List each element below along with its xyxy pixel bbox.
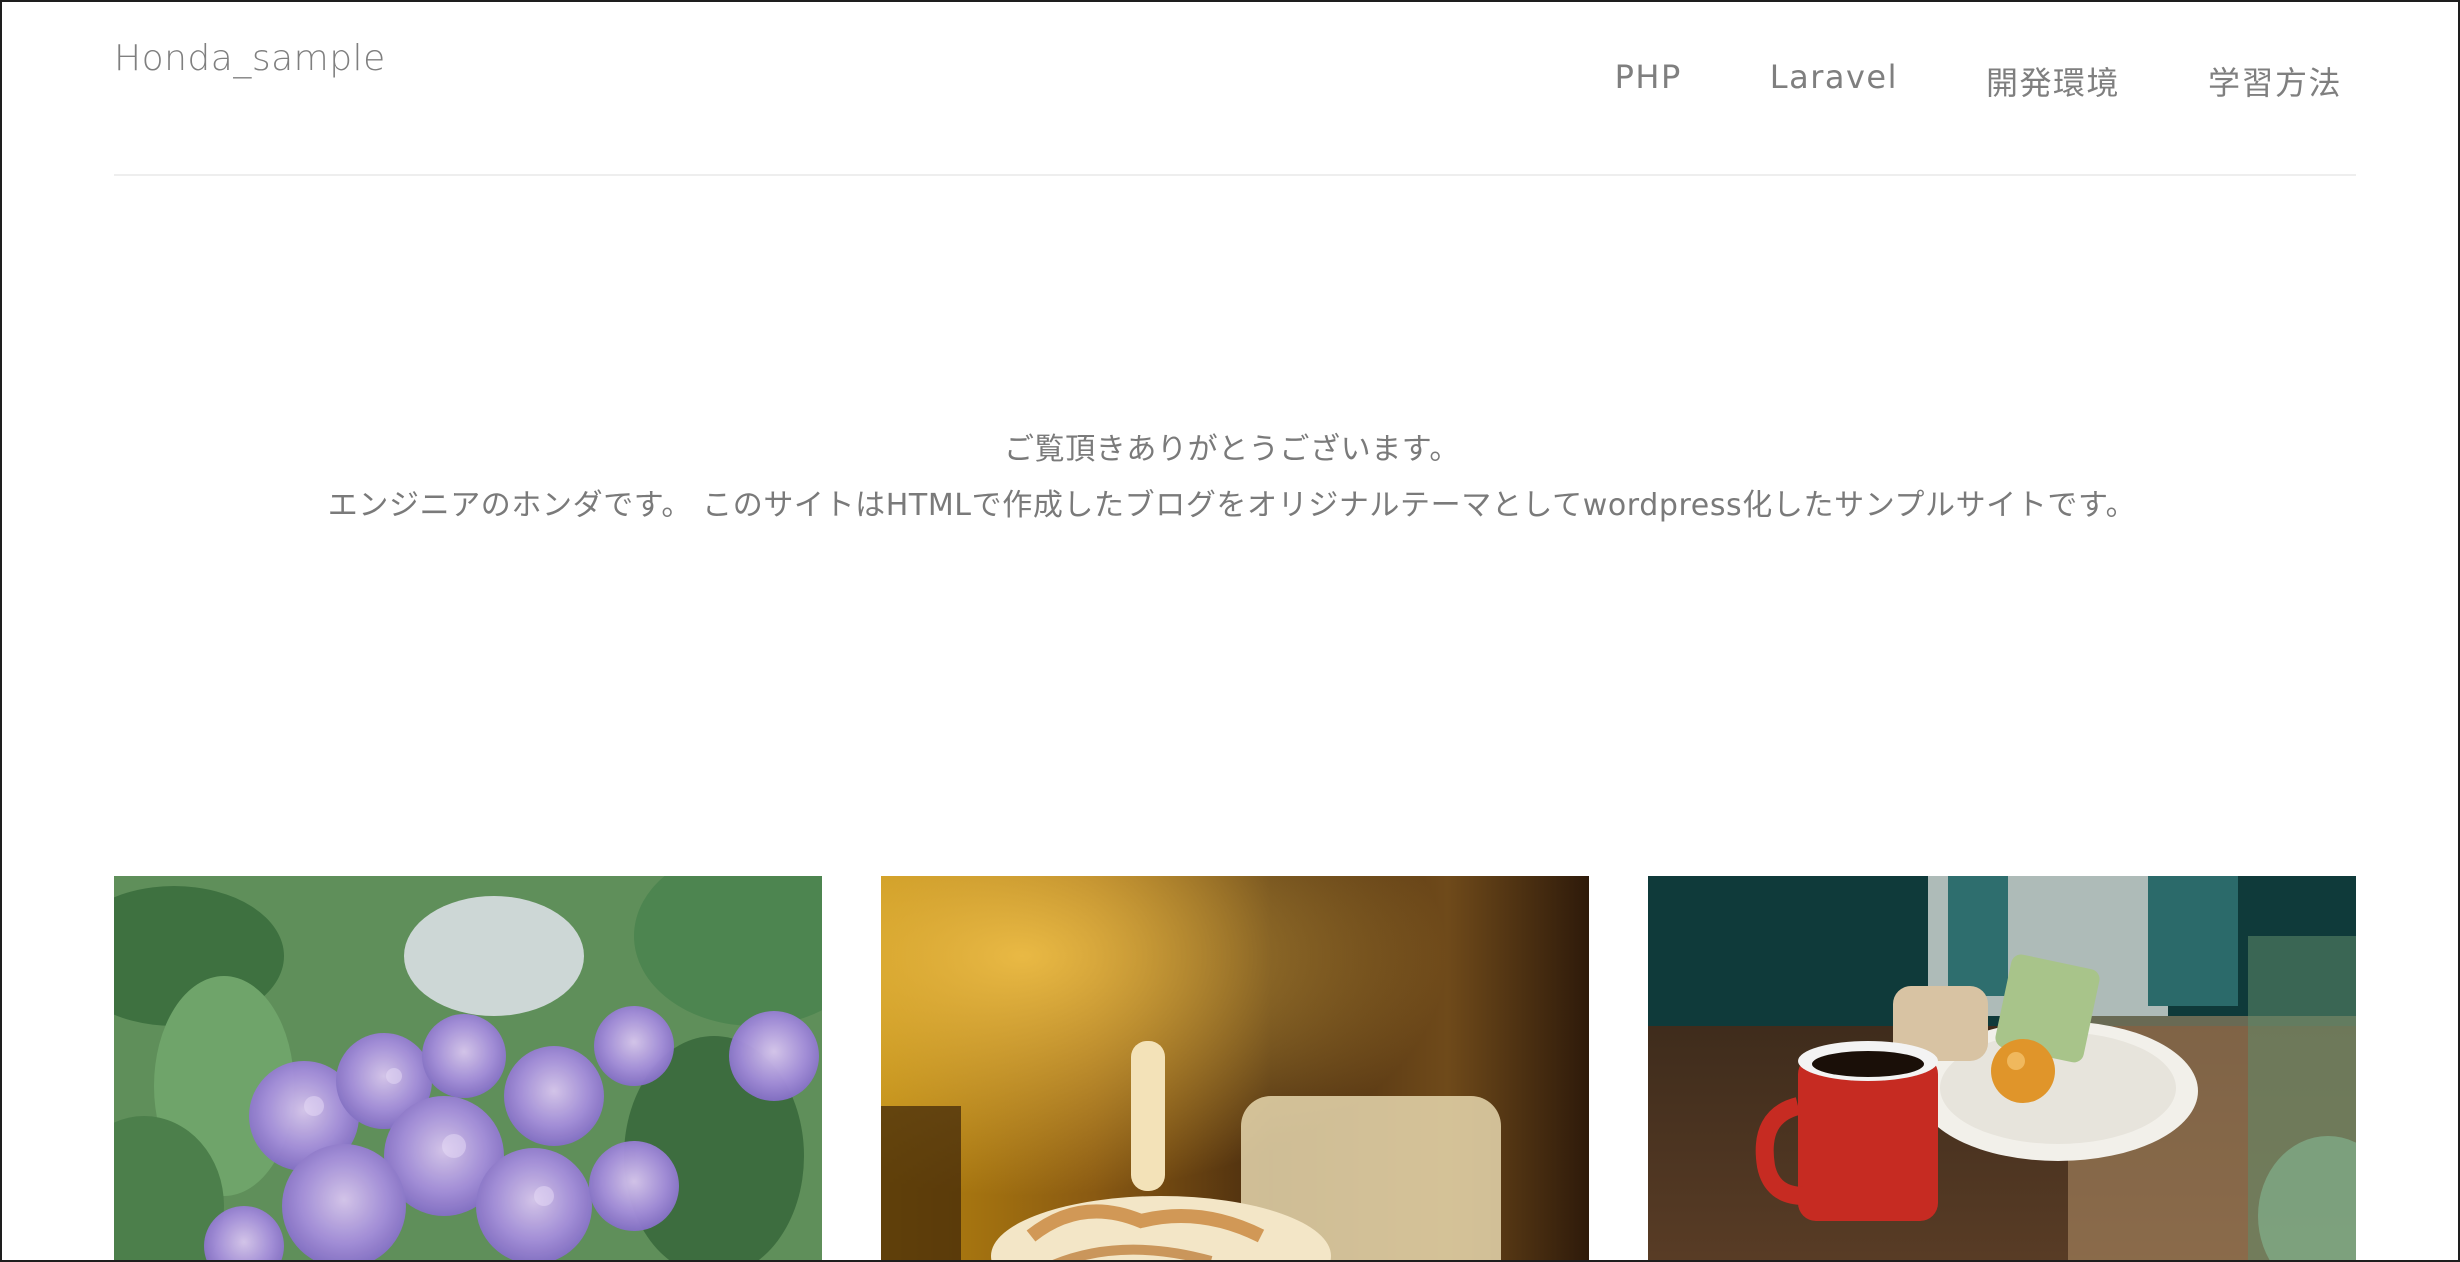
intro-message: ご覧頂きありがとうございます。 エンジニアのホンダです。 このサイトはHTMLで…	[2, 422, 2458, 534]
post-card-coffee[interactable]	[1648, 876, 2356, 1260]
site-title-link[interactable]: Honda_sample	[114, 38, 386, 79]
global-nav: PHP Laravel 開発環境 学習方法	[1615, 58, 2342, 104]
post-card-grid	[114, 876, 2356, 1260]
intro-line-thanks: ご覧頂きありがとうございます。	[1004, 432, 1460, 467]
nav-item-php[interactable]: PHP	[1615, 58, 1682, 104]
nav-item-dev-environment[interactable]: 開発環境	[1986, 58, 2120, 104]
post-card-latte[interactable]	[881, 876, 1589, 1260]
latte-drink-photo	[881, 876, 1589, 1260]
nav-item-learning-method[interactable]: 学習方法	[2208, 58, 2342, 104]
post-card-hydrangea[interactable]	[114, 876, 822, 1260]
intro-line-description: エンジニアのホンダです。 このサイトはHTMLで作成したブログをオリジナルテーマ…	[327, 488, 2137, 523]
browser-viewport: Honda_sample PHP Laravel 開発環境 学習方法 ご覧頂きあ…	[0, 0, 2460, 1262]
coffee-mug-and-sweets-photo	[1648, 876, 2356, 1260]
nav-item-laravel[interactable]: Laravel	[1770, 58, 1898, 104]
site-header: Honda_sample PHP Laravel 開発環境 学習方法	[114, 2, 2356, 176]
hydrangea-flowers-photo	[114, 876, 822, 1260]
